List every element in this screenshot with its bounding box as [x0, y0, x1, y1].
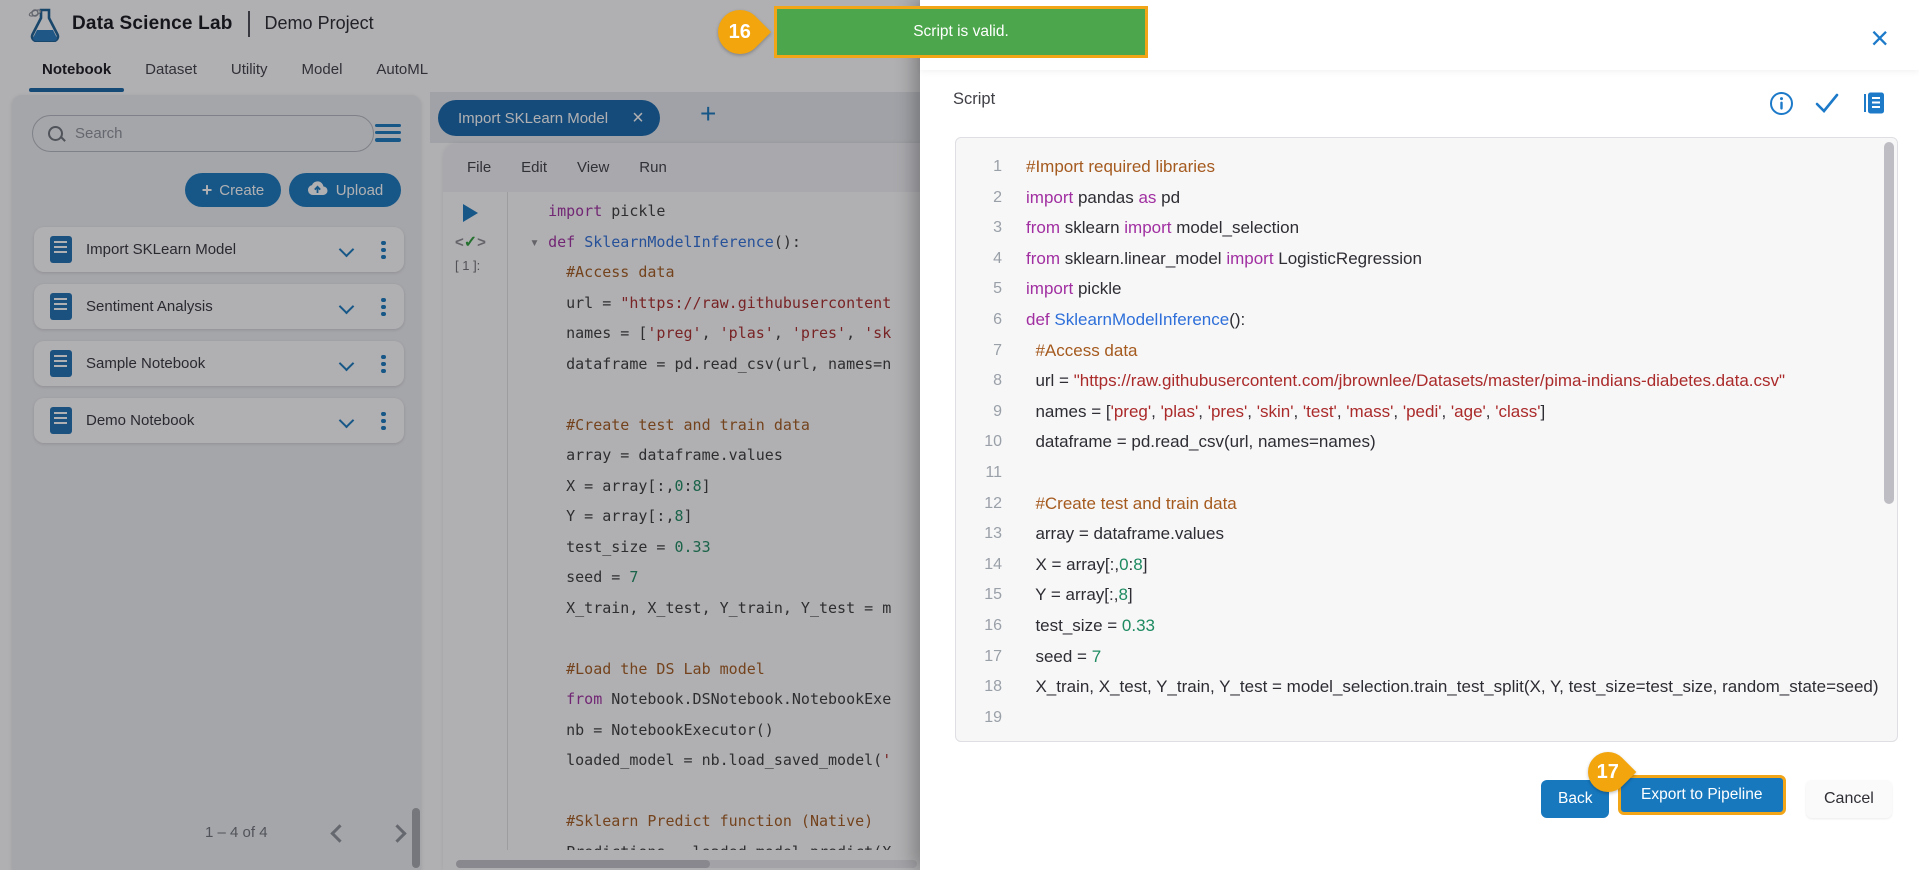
script-code-line: 16 test_size = 0.33	[956, 611, 1897, 642]
script-drawer: × Script 1#Import required libraries2imp…	[920, 0, 1919, 870]
toast-message: Script is valid.	[913, 23, 1009, 41]
script-code-line: 9 names = ['preg', 'plas', 'pres', 'skin…	[956, 397, 1897, 428]
line-code: #Import required libraries	[1002, 152, 1897, 183]
script-code-line: 4from sklearn.linear_model import Logist…	[956, 244, 1897, 275]
script-code-line: 10 dataframe = pd.read_csv(url, names=na…	[956, 427, 1897, 458]
app-root: Data Science Lab Demo Project NotebookDa…	[0, 0, 1919, 870]
drawer-footer: Back Export to Pipeline Cancel	[920, 770, 1919, 830]
line-number: 2	[956, 183, 1002, 214]
script-code-line: 1#Import required libraries	[956, 152, 1897, 183]
script-code-line: 6def SklearnModelInference():	[956, 305, 1897, 336]
line-number: 20	[956, 733, 1002, 742]
info-icon[interactable]	[1769, 91, 1794, 116]
line-number: 18	[956, 672, 1002, 703]
line-number: 13	[956, 519, 1002, 550]
line-code: url = "https://raw.githubusercontent.com…	[1002, 366, 1897, 397]
script-code-line: 13 array = dataframe.values	[956, 519, 1897, 550]
script-panel-title: Script	[953, 90, 995, 109]
script-code-line: 5import pickle	[956, 274, 1897, 305]
script-code-line: 17 seed = 7	[956, 642, 1897, 673]
cancel-button[interactable]: Cancel	[1806, 780, 1892, 818]
script-code-line: 8 url = "https://raw.githubusercontent.c…	[956, 366, 1897, 397]
line-number: 1	[956, 152, 1002, 183]
line-number: 12	[956, 489, 1002, 520]
line-number: 19	[956, 703, 1002, 734]
line-code: #Create test and train data	[1002, 489, 1897, 520]
line-code: Y = array[:,8]	[1002, 580, 1897, 611]
script-code-line: 7 #Access data	[956, 336, 1897, 367]
line-number: 10	[956, 427, 1002, 458]
line-code: X_train, X_test, Y_train, Y_test = model…	[1002, 672, 1897, 703]
line-code: test_size = 0.33	[1002, 611, 1897, 642]
drawer-close-icon[interactable]: ×	[1870, 22, 1889, 54]
line-number: 7	[956, 336, 1002, 367]
line-code: X = array[:,0:8]	[1002, 550, 1897, 581]
line-number: 8	[956, 366, 1002, 397]
panel-code: 1#Import required libraries2import panda…	[956, 138, 1897, 742]
line-code: #Load the DS Lab model	[1002, 733, 1897, 742]
line-code: from sklearn import model_selection	[1002, 213, 1897, 244]
script-code-line: 2import pandas as pd	[956, 183, 1897, 214]
script-codebox[interactable]: 1#Import required libraries2import panda…	[955, 137, 1898, 742]
line-code	[1002, 703, 1897, 734]
script-code-line: 18 X_train, X_test, Y_train, Y_test = mo…	[956, 672, 1897, 703]
line-code: array = dataframe.values	[1002, 519, 1897, 550]
line-number: 17	[956, 642, 1002, 673]
script-code-line: 3from sklearn import model_selection	[956, 213, 1897, 244]
export-to-pipeline-button[interactable]: Export to Pipeline	[1618, 775, 1786, 815]
line-code: seed = 7	[1002, 642, 1897, 673]
script-code-line: 19	[956, 703, 1897, 734]
line-number: 16	[956, 611, 1002, 642]
copy-script-icon[interactable]	[1860, 90, 1886, 116]
line-code: names = ['preg', 'plas', 'pres', 'skin',…	[1002, 397, 1897, 428]
line-code: from sklearn.linear_model import Logisti…	[1002, 244, 1897, 275]
script-code-line: 14 X = array[:,0:8]	[956, 550, 1897, 581]
line-code: import pandas as pd	[1002, 183, 1897, 214]
line-code	[1002, 458, 1897, 489]
line-number: 11	[956, 458, 1002, 489]
validate-check-icon[interactable]	[1814, 92, 1840, 114]
line-number: 3	[956, 213, 1002, 244]
script-toolbar	[1769, 90, 1886, 116]
line-code: dataframe = pd.read_csv(url, names=names…	[1002, 427, 1897, 458]
codebox-scrollbar[interactable]	[1884, 142, 1894, 504]
line-number: 5	[956, 274, 1002, 305]
line-code: def SklearnModelInference():	[1002, 305, 1897, 336]
script-code-line: 11	[956, 458, 1897, 489]
line-number: 6	[956, 305, 1002, 336]
modal-dim-overlay	[0, 0, 920, 870]
validation-toast: Script is valid.	[774, 6, 1148, 58]
line-number: 9	[956, 397, 1002, 428]
line-code: import pickle	[1002, 274, 1897, 305]
script-code-line: 15 Y = array[:,8]	[956, 580, 1897, 611]
line-code: #Access data	[1002, 336, 1897, 367]
line-number: 4	[956, 244, 1002, 275]
script-code-line: 20 #Load the DS Lab model	[956, 733, 1897, 742]
line-number: 14	[956, 550, 1002, 581]
line-number: 15	[956, 580, 1002, 611]
script-code-line: 12 #Create test and train data	[956, 489, 1897, 520]
